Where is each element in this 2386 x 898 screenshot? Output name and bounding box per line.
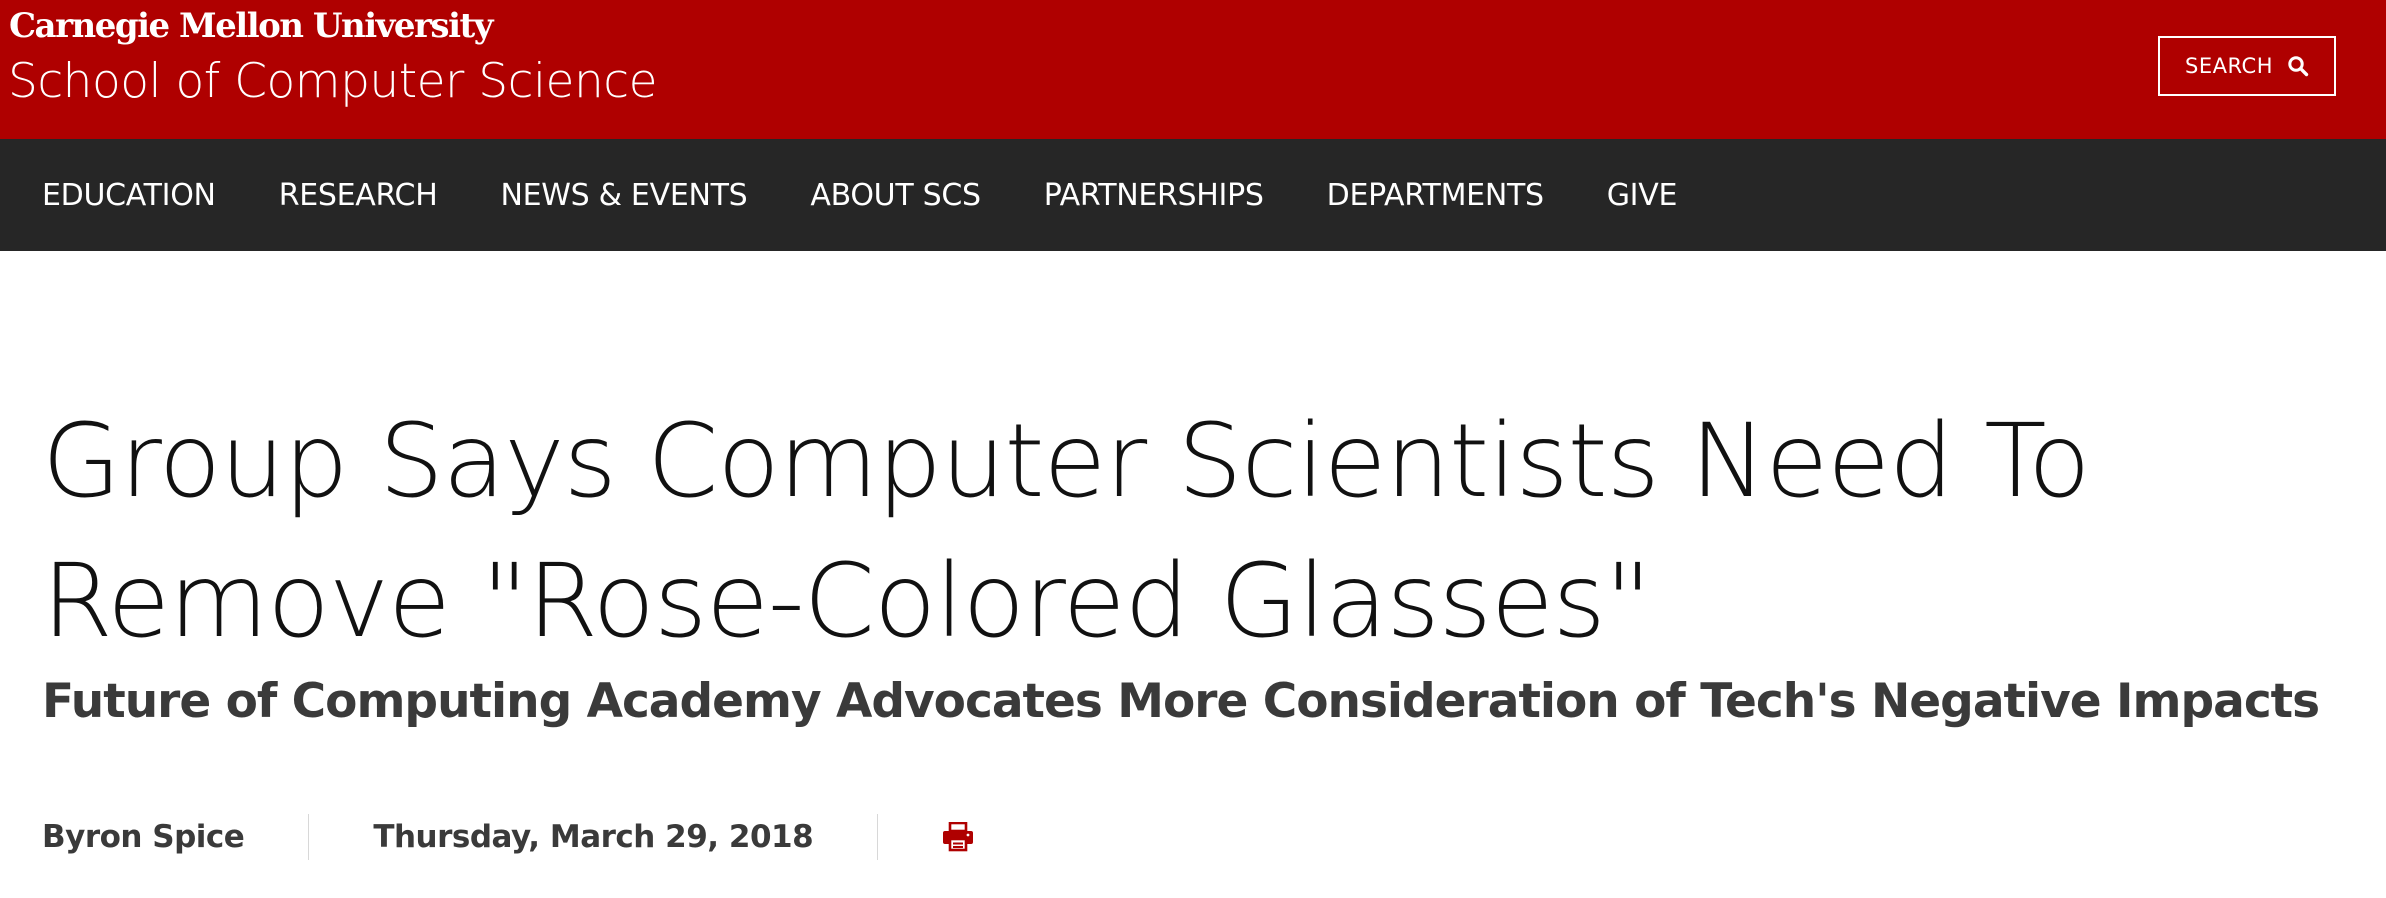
cmu-wordmark[interactable]: Carnegie Mellon University — [9, 6, 493, 46]
byline-divider — [877, 814, 879, 860]
nav-item-about-scs[interactable]: ABOUT SCS — [810, 178, 981, 213]
nav-item-give[interactable]: GIVE — [1607, 178, 1678, 213]
article-subtitle: Future of Computing Academy Advocates Mo… — [42, 674, 2320, 729]
search-icon — [2288, 56, 2309, 77]
nav-item-education[interactable]: EDUCATION — [42, 178, 216, 213]
nav-item-news-events[interactable]: NEWS & EVENTS — [500, 178, 747, 213]
main-nav: EDUCATION RESEARCH NEWS & EVENTS ABOUT S… — [0, 139, 2386, 251]
article-title-line-2: Remove "Rose-Colored Glasses" — [42, 542, 1652, 661]
school-title-link[interactable]: School of Computer Science — [8, 54, 658, 109]
site-header: Carnegie Mellon University School of Com… — [0, 0, 2386, 139]
search-button[interactable]: SEARCH — [2158, 36, 2336, 96]
byline-divider — [308, 814, 310, 860]
article-date: Thursday, March 29, 2018 — [373, 819, 814, 855]
article-title-line-1: Group Says Computer Scientists Need To — [42, 402, 2091, 521]
article-byline: Byron Spice Thursday, March 29, 2018 — [42, 812, 974, 862]
nav-item-partnerships[interactable]: PARTNERSHIPS — [1044, 178, 1264, 213]
print-icon[interactable] — [942, 822, 974, 852]
article-title: Group Says Computer Scientists Need To Re… — [42, 392, 2242, 672]
article-author: Byron Spice — [42, 819, 245, 855]
nav-item-departments[interactable]: DEPARTMENTS — [1327, 178, 1544, 213]
nav-item-research[interactable]: RESEARCH — [279, 178, 438, 213]
search-button-label: SEARCH — [2185, 54, 2273, 78]
